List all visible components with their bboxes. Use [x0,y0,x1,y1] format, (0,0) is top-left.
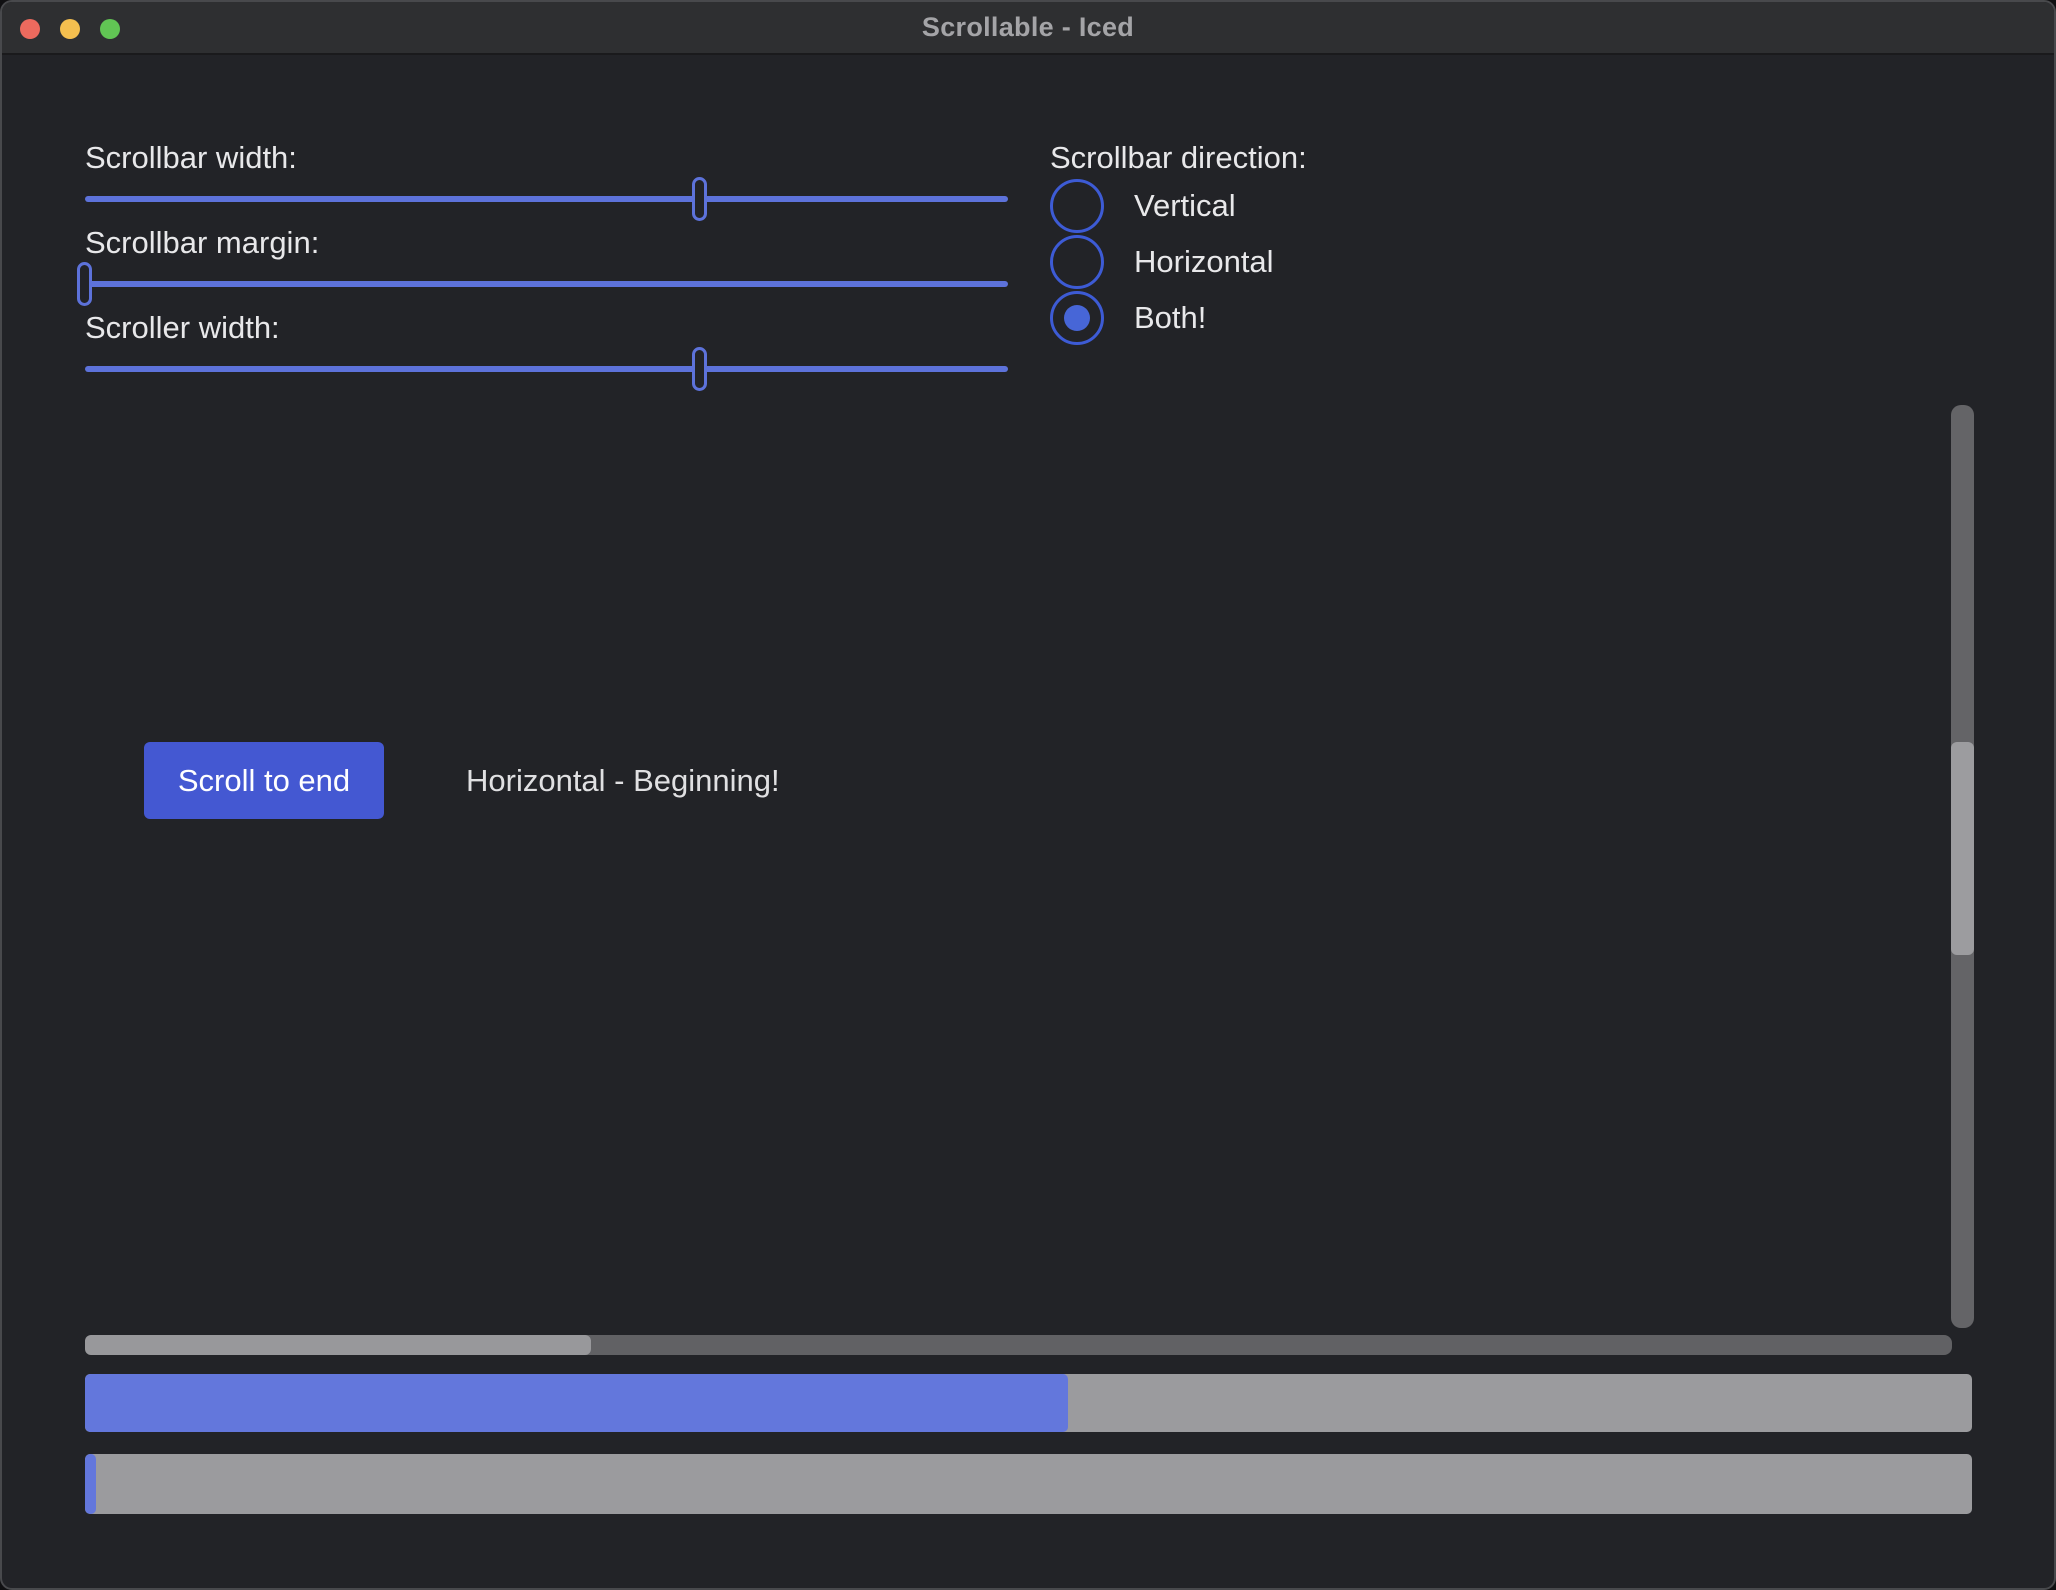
minimize-button[interactable] [60,19,80,39]
radio-circle-icon [1050,235,1104,289]
radio-both[interactable]: Both! [1050,291,1206,345]
scroll-to-end-button[interactable]: Scroll to end [144,742,384,819]
horizontal-progress-fill [85,1374,1068,1432]
traffic-lights [20,2,120,55]
close-button[interactable] [20,19,40,39]
vertical-progress-bar [85,1454,1972,1514]
radio-vertical-label: Vertical [1134,188,1236,224]
scroller-width-slider[interactable] [85,366,1008,372]
scrollbar-direction-label: Scrollbar direction: [1050,140,1307,176]
radio-dot [1064,305,1090,331]
scrollbar-width-slider-handle[interactable] [692,177,707,221]
vertical-scrollbar-thumb[interactable] [1951,742,1974,955]
scroll-status-text: Horizontal - Beginning! [466,742,780,819]
radio-both-label: Both! [1134,300,1206,336]
radio-circle-icon [1050,179,1104,233]
horizontal-scrollbar-track[interactable] [85,1335,1952,1355]
scrollbar-margin-slider-handle[interactable] [77,262,92,306]
radio-circle-icon [1050,291,1104,345]
horizontal-progress-bar [85,1374,1972,1432]
scroller-width-label: Scroller width: [85,310,280,346]
radio-vertical[interactable]: Vertical [1050,179,1236,233]
scrollbar-width-label: Scrollbar width: [85,140,297,176]
scroller-width-slider-handle[interactable] [692,347,707,391]
scrollbar-width-slider[interactable] [85,196,1008,202]
horizontal-scrollbar-thumb[interactable] [85,1335,591,1355]
titlebar[interactable]: Scrollable - Iced [2,2,2054,55]
app-window: Scrollable - Iced Scrollbar width: Scrol… [0,0,2056,1590]
window-title: Scrollable - Iced [922,12,1134,43]
scrollbar-margin-slider[interactable] [85,281,1008,287]
vertical-progress-fill [85,1454,96,1514]
radio-horizontal[interactable]: Horizontal [1050,235,1274,289]
zoom-button[interactable] [100,19,120,39]
radio-horizontal-label: Horizontal [1134,244,1274,280]
vertical-scrollbar-track[interactable] [1951,405,1974,1328]
scrollbar-margin-label: Scrollbar margin: [85,225,319,261]
